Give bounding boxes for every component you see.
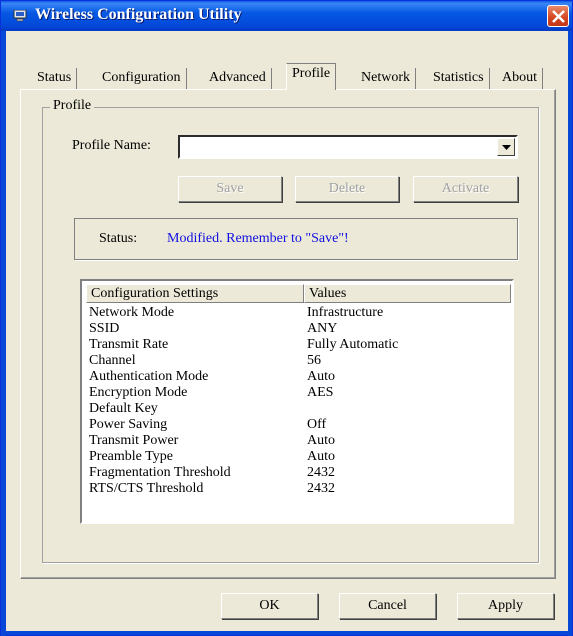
window-border-left (1, 31, 6, 636)
table-row[interactable]: RTS/CTS Threshold 2432 (86, 481, 511, 497)
table-row[interactable]: Authentication Mode Auto (86, 369, 511, 385)
save-button[interactable]: Save (178, 176, 282, 202)
setting-name-cell: Network Mode (89, 305, 175, 320)
status-label: Status: (99, 231, 138, 246)
setting-name-cell: Preamble Type (89, 449, 173, 464)
setting-value-cell: Fully Automatic (307, 337, 399, 352)
table-row[interactable]: Power Saving Off (86, 417, 511, 433)
table-row[interactable]: Default Key (86, 401, 511, 417)
close-button[interactable] (547, 5, 569, 27)
setting-name-cell: Transmit Rate (89, 337, 169, 352)
configuration-settings-list[interactable]: Configuration Settings Values Network Mo… (80, 279, 514, 524)
table-row[interactable]: Preamble Type Auto (86, 449, 511, 465)
setting-value-cell: 56 (307, 353, 321, 368)
table-row[interactable]: Transmit Power Auto (86, 433, 511, 449)
window-border-right (568, 31, 572, 636)
setting-value-cell: Auto (307, 449, 335, 464)
tab-statistics[interactable]: Statistics (428, 68, 490, 89)
table-row[interactable]: Channel 56 (86, 353, 511, 369)
table-row[interactable]: Network Mode Infrastructure (86, 305, 511, 321)
column-header-values[interactable]: Values (304, 284, 511, 303)
title-bar[interactable]: Wireless Configuration Utility (1, 1, 572, 31)
tab-network[interactable]: Network (356, 68, 416, 89)
ok-button[interactable]: OK (221, 593, 318, 619)
window-border-bottom (1, 631, 572, 635)
close-icon (552, 10, 565, 23)
cancel-button[interactable]: Cancel (339, 593, 436, 619)
column-header-settings[interactable]: Configuration Settings (86, 284, 304, 303)
setting-name-cell: Encryption Mode (89, 385, 188, 400)
setting-value-cell: Auto (307, 433, 335, 448)
status-value: Modified. Remember to "Save"! (167, 231, 349, 246)
profile-name-dropdown-button[interactable] (497, 138, 515, 156)
tab-advanced[interactable]: Advanced (204, 68, 272, 89)
delete-button[interactable]: Delete (295, 176, 399, 202)
setting-name-cell: RTS/CTS Threshold (89, 481, 204, 496)
setting-value-cell: 2432 (307, 465, 335, 480)
setting-name-cell: Authentication Mode (89, 369, 209, 384)
window-title: Wireless Configuration Utility (35, 6, 242, 23)
setting-value-cell: Infrastructure (307, 305, 384, 320)
apply-button[interactable]: Apply (457, 593, 554, 619)
profile-name-label: Profile Name: (72, 138, 151, 153)
activate-button[interactable]: Activate (413, 176, 518, 202)
setting-name-cell: Transmit Power (89, 433, 179, 448)
table-row[interactable]: Transmit Rate Fully Automatic (86, 337, 511, 353)
setting-value-cell: Auto (307, 369, 335, 384)
dialog-window: Wireless Configuration Utility Status Co… (0, 0, 573, 636)
table-row[interactable]: SSID ANY (86, 321, 511, 337)
setting-value-cell: Off (307, 417, 327, 432)
setting-value-cell: AES (307, 385, 334, 400)
profile-group-label: Profile (50, 98, 95, 114)
table-row[interactable]: Encryption Mode AES (86, 385, 511, 401)
tab-status[interactable]: Status (32, 68, 78, 89)
tab-configuration[interactable]: Configuration (97, 68, 187, 89)
list-header: Configuration Settings Values (86, 284, 511, 303)
setting-name-cell: Default Key (89, 401, 158, 416)
setting-name-cell: Fragmentation Threshold (89, 465, 231, 480)
setting-value-cell: ANY (307, 321, 338, 336)
setting-value-cell: 2432 (307, 481, 335, 496)
computer-icon (13, 9, 27, 22)
chevron-down-icon (502, 145, 511, 150)
setting-name-cell: Power Saving (89, 417, 168, 432)
setting-name-cell: Channel (89, 353, 136, 368)
setting-name-cell: SSID (89, 321, 120, 336)
profile-name-combobox[interactable] (178, 135, 518, 159)
tab-about[interactable]: About (497, 68, 543, 89)
tab-profile[interactable]: Profile (286, 63, 337, 90)
table-row[interactable]: Fragmentation Threshold 2432 (86, 465, 511, 481)
